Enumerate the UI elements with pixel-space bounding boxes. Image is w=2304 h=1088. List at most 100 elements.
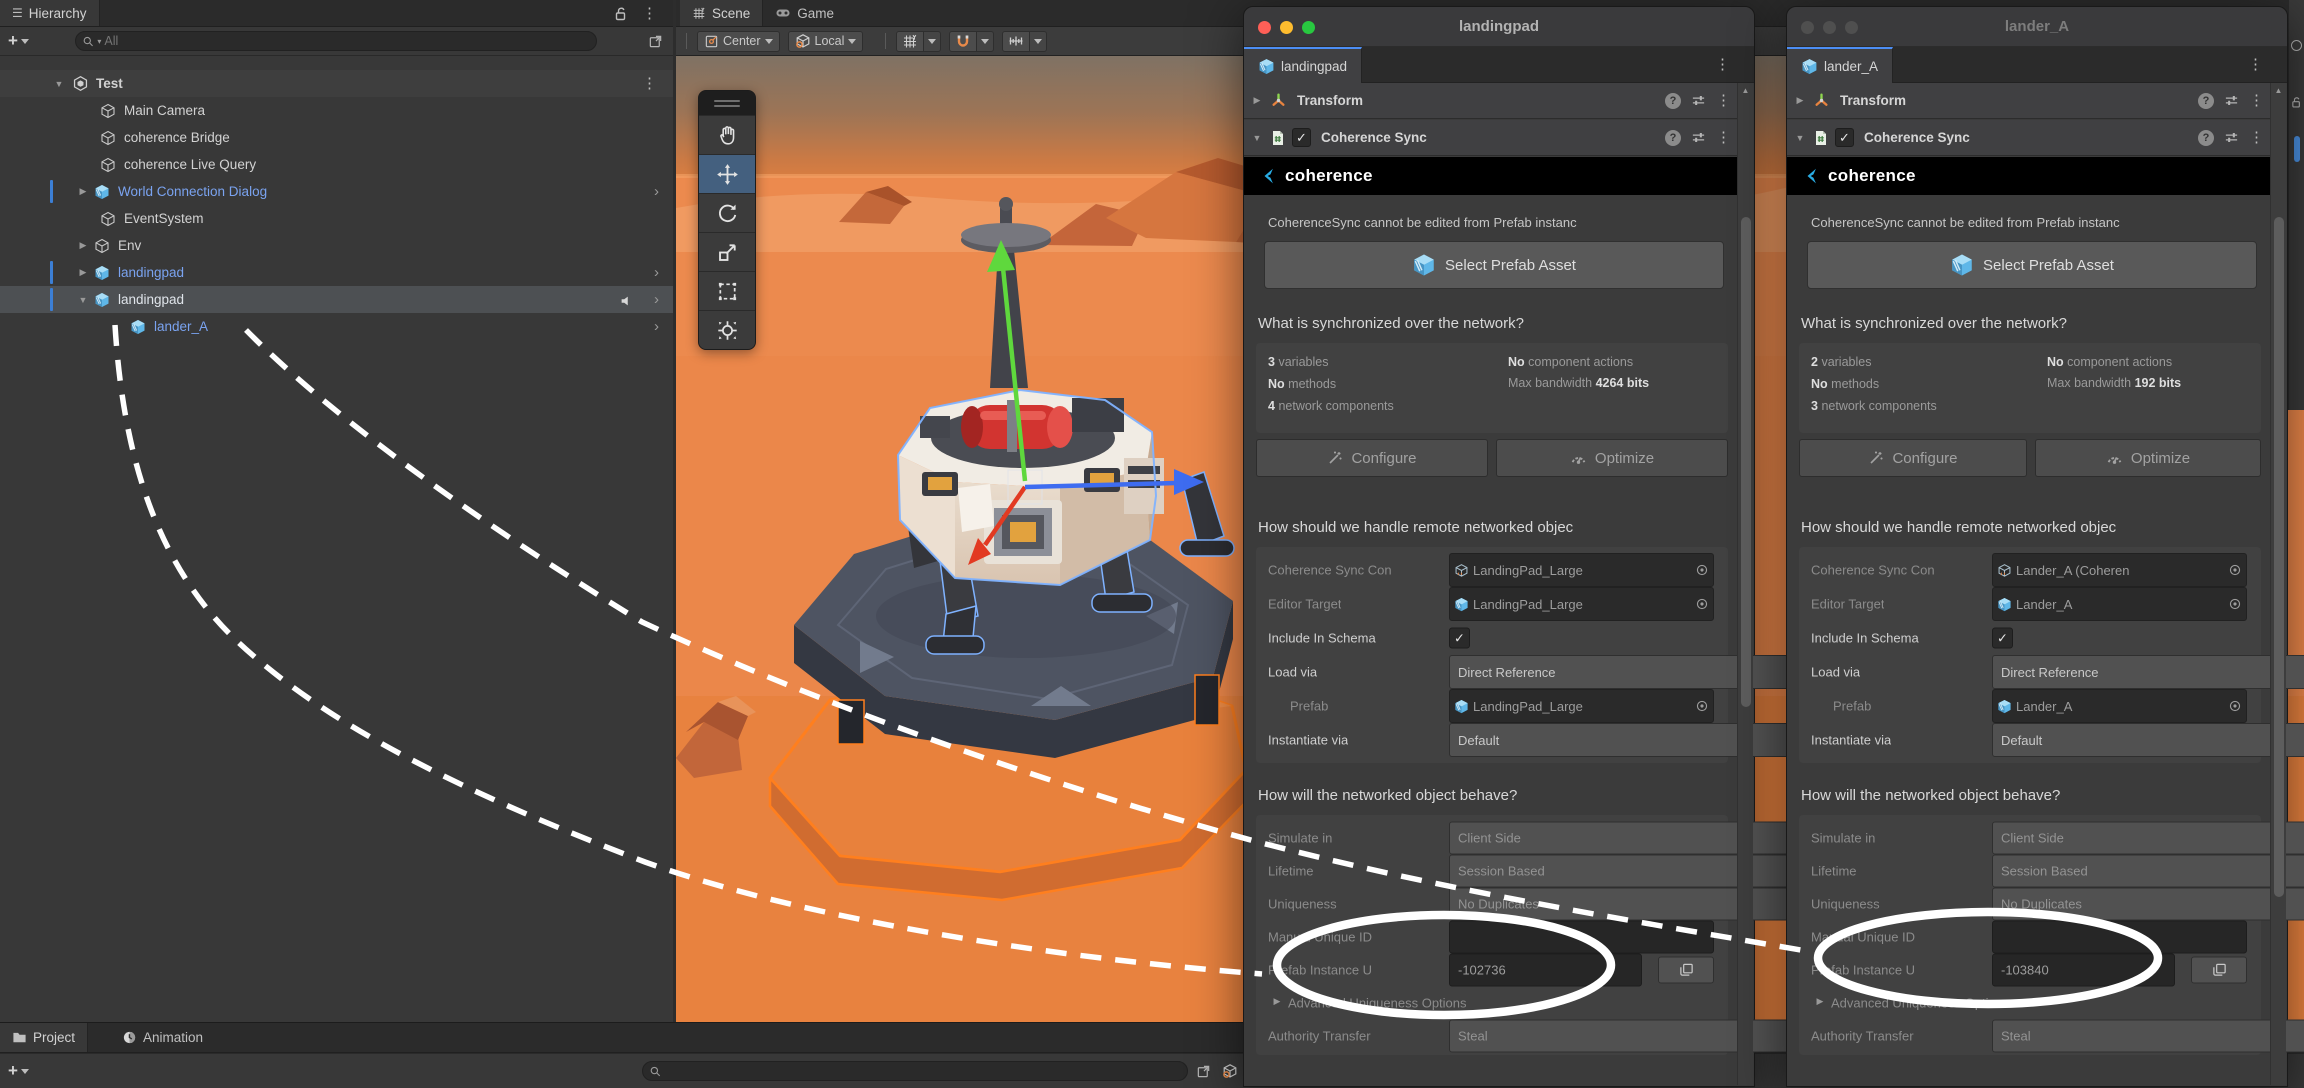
object-picker-icon[interactable]: [2228, 597, 2242, 611]
scene-menu-icon[interactable]: ⋮: [642, 76, 657, 91]
chevron-right-icon[interactable]: ›: [654, 291, 659, 308]
include-in-schema-checkbox[interactable]: ✓: [1992, 628, 2013, 649]
presets-icon[interactable]: [1691, 130, 1706, 145]
close-icon[interactable]: [1801, 21, 1814, 34]
rotate-tool-button[interactable]: [699, 193, 755, 232]
component-menu-icon[interactable]: ⋮: [1716, 130, 1731, 145]
item-coherence-live-query[interactable]: coherence Live Query: [0, 151, 673, 178]
lock-icon[interactable]: [613, 5, 629, 22]
item-world-connection-dialog[interactable]: ▶ World Connection Dialog ›: [0, 178, 673, 205]
minimize-icon[interactable]: [1280, 21, 1293, 34]
tab-hierarchy[interactable]: ☰ Hierarchy: [0, 0, 100, 26]
chevron-right-icon[interactable]: ›: [654, 264, 659, 281]
select-prefab-asset-button[interactable]: Select Prefab Asset: [1264, 241, 1724, 289]
component-menu-icon[interactable]: ⋮: [2249, 93, 2264, 108]
minimize-icon[interactable]: [1823, 21, 1836, 34]
pop-out-search-icon[interactable]: [648, 33, 663, 49]
palette-drag-handle[interactable]: [699, 91, 755, 115]
snap-toggle[interactable]: [949, 31, 994, 52]
scale-tool-button[interactable]: [699, 232, 755, 271]
coherence-sync-component-header[interactable]: ▼ ✓ Coherence Sync ? ⋮: [1787, 120, 2270, 156]
advanced-uniqueness-foldout[interactable]: ▶ Advanced Uniqueness Options: [1262, 986, 1722, 1019]
pop-out-search-icon[interactable]: [1196, 1063, 1211, 1079]
chevron-right-icon[interactable]: ›: [654, 183, 659, 200]
window-titlebar[interactable]: lander_A: [1787, 7, 2287, 47]
scrollbar-thumb[interactable]: [2294, 136, 2300, 162]
item-lander-a[interactable]: lander_A ›: [0, 313, 673, 340]
manual-unique-id-input[interactable]: [1992, 920, 2247, 953]
increment-snap-toggle[interactable]: [1002, 31, 1047, 52]
authority-transfer-dropdown[interactable]: Steal: [1992, 1019, 2304, 1052]
grid-visibility-toggle[interactable]: [896, 31, 941, 52]
hierarchy-menu-icon[interactable]: ⋮: [642, 6, 657, 21]
hierarchy-search-input[interactable]: [104, 34, 590, 48]
tab-game[interactable]: Game: [763, 0, 846, 26]
configure-button[interactable]: Configure: [1256, 439, 1488, 477]
scene-row-test[interactable]: ▼ Test ⋮: [0, 70, 673, 97]
item-env[interactable]: ▶ Env: [0, 232, 673, 259]
optimize-button[interactable]: Optimize: [1496, 439, 1728, 477]
create-asset-button[interactable]: +: [8, 1061, 29, 1081]
object-picker-icon[interactable]: [2228, 563, 2242, 577]
include-in-schema-checkbox[interactable]: ✓: [1449, 628, 1470, 649]
item-coherence-bridge[interactable]: coherence Bridge: [0, 124, 673, 151]
scene-visibility-icon[interactable]: [619, 292, 633, 308]
instantiate-via-dropdown[interactable]: Default: [1992, 723, 2304, 757]
item-main-camera[interactable]: Main Camera: [0, 97, 673, 124]
project-search-input[interactable]: [665, 1064, 1181, 1078]
load-via-dropdown[interactable]: Direct Reference: [1992, 655, 2304, 689]
project-search[interactable]: [642, 1061, 1188, 1081]
object-picker-icon[interactable]: [2228, 699, 2242, 713]
help-icon[interactable]: ?: [1665, 93, 1681, 109]
item-landingpad-1[interactable]: ▶ landingpad ›: [0, 259, 673, 286]
scrollbar-thumb[interactable]: [2274, 217, 2284, 897]
prefab-object-field[interactable]: LandingPad_Large: [1449, 689, 1714, 723]
coherence-sync-component-header[interactable]: ▼ ✓ Coherence Sync ? ⋮: [1244, 120, 1737, 156]
zoom-icon[interactable]: [1845, 21, 1858, 34]
chevron-right-icon[interactable]: ›: [654, 318, 659, 335]
transform-component-header[interactable]: ▶ Transform ? ⋮: [1787, 83, 2270, 119]
select-prefab-asset-button[interactable]: Select Prefab Asset: [1807, 241, 2257, 289]
component-enabled-checkbox[interactable]: ✓: [1835, 128, 1854, 147]
configure-button[interactable]: Configure: [1799, 439, 2027, 477]
grid-options-dropdown[interactable]: [924, 31, 941, 52]
object-picker-icon[interactable]: [1695, 597, 1709, 611]
hidden-packages-icon[interactable]: [1222, 1062, 1238, 1079]
help-icon[interactable]: ?: [1665, 130, 1681, 146]
tab-lander-a[interactable]: lander_A: [1787, 47, 1893, 83]
tab-scene[interactable]: Scene: [680, 0, 763, 26]
close-icon[interactable]: [1258, 21, 1271, 34]
help-icon[interactable]: ?: [2198, 130, 2214, 146]
transform-tool-button[interactable]: [699, 310, 755, 349]
hierarchy-search[interactable]: ▾: [75, 31, 597, 51]
editor-target-object-field[interactable]: LandingPad_Large: [1449, 587, 1714, 621]
tab-project[interactable]: Project: [0, 1023, 88, 1052]
presets-icon[interactable]: [2224, 130, 2239, 145]
sync-config-object-field[interactable]: Lander_A (Coheren: [1992, 553, 2247, 587]
tab-animation[interactable]: Animation: [110, 1023, 215, 1052]
component-menu-icon[interactable]: ⋮: [1716, 93, 1731, 108]
component-enabled-checkbox[interactable]: ✓: [1292, 128, 1311, 147]
object-picker-icon[interactable]: [1695, 563, 1709, 577]
rect-tool-button[interactable]: [699, 271, 755, 310]
advanced-uniqueness-foldout[interactable]: ▶ Advanced Uniqueness Options: [1805, 986, 2255, 1019]
help-icon[interactable]: ?: [2198, 93, 2214, 109]
regenerate-uid-button[interactable]: [2191, 956, 2247, 983]
tab-menu-icon[interactable]: ⋮: [2248, 57, 2263, 72]
component-menu-icon[interactable]: ⋮: [2249, 130, 2264, 145]
manual-unique-id-input[interactable]: [1449, 920, 1714, 953]
item-landingpad-2-selected[interactable]: ▼ landingpad ›: [0, 286, 673, 313]
create-object-button[interactable]: +: [8, 31, 29, 51]
prefab-instance-uid-input[interactable]: -102736: [1449, 953, 1642, 986]
object-picker-icon[interactable]: [1695, 699, 1709, 713]
presets-icon[interactable]: [2224, 93, 2239, 108]
simulate-in-dropdown[interactable]: Client Side: [1992, 821, 2304, 854]
regenerate-uid-button[interactable]: [1658, 956, 1714, 983]
increment-options-dropdown[interactable]: [1030, 31, 1047, 52]
transform-component-header[interactable]: ▶ Transform ? ⋮: [1244, 83, 1737, 119]
pivot-mode-dropdown[interactable]: Center: [697, 31, 780, 52]
snap-options-dropdown[interactable]: [977, 31, 994, 52]
item-eventsystem[interactable]: EventSystem: [0, 205, 673, 232]
presets-icon[interactable]: [1691, 93, 1706, 108]
tab-landingpad[interactable]: landingpad: [1244, 47, 1362, 83]
